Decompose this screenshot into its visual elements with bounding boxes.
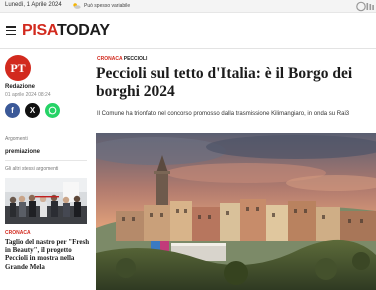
x-icon[interactable]: X xyxy=(25,103,40,118)
author-avatar[interactable]: PT xyxy=(5,55,31,81)
menu-icon[interactable] xyxy=(6,26,16,36)
article-summary: Il Comune ha trionfato nel concorso prom… xyxy=(97,111,350,117)
logo-part-today: TODAY xyxy=(56,22,110,39)
related-article-title[interactable]: Taglio del nastro per "Fresh in Beauty",… xyxy=(5,238,91,271)
top-bar: Lunedì, 1 Aprile 2024 Può spesso variabi… xyxy=(0,0,376,13)
current-date: Lunedì, 1 Aprile 2024 xyxy=(5,2,62,8)
city-logo-icon[interactable] xyxy=(356,1,375,12)
site-logo[interactable]: PISATODAY xyxy=(22,19,110,43)
hero-image xyxy=(96,133,376,290)
related-article-image[interactable] xyxy=(5,178,87,224)
weather-text: Può spesso variabile xyxy=(84,3,131,9)
location-label[interactable]: PECCIOLI xyxy=(124,56,148,62)
divider xyxy=(5,160,87,161)
topics-label: Argomenti xyxy=(5,136,28,142)
weather-icon xyxy=(73,3,81,9)
related-label: Gli altri stessi argomenti xyxy=(5,166,59,172)
facebook-icon[interactable]: f xyxy=(5,103,20,118)
publish-date: 01 aprile 2024 08:24 xyxy=(5,92,51,98)
topic-tag[interactable]: premiazione xyxy=(5,149,40,155)
article-category[interactable]: CRONACA PECCIOLI xyxy=(97,56,147,62)
category-label[interactable]: CRONACA xyxy=(97,56,122,62)
article-headline: Peccioli sul tetto d'Italia: è il Borgo … xyxy=(96,65,353,100)
site-header: PISATODAY xyxy=(0,13,376,49)
logo-part-pisa: PISA xyxy=(22,22,57,39)
author-name[interactable]: Redazione xyxy=(5,84,35,90)
related-category[interactable]: CRONACA xyxy=(5,230,31,236)
whatsapp-icon[interactable] xyxy=(45,103,60,118)
